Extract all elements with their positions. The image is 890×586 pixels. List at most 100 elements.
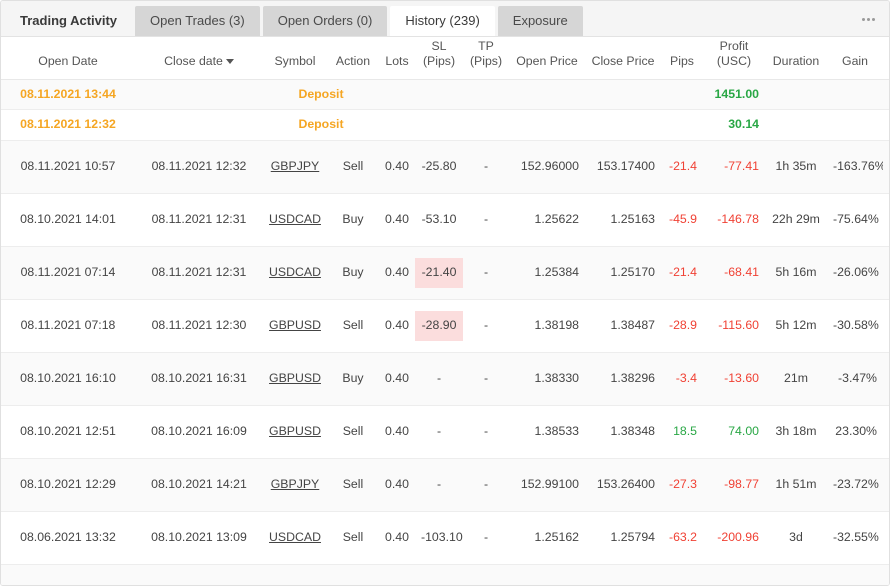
trade-row[interactable]: 08.11.2021 10:57 08.11.2021 12:32 GBPJPY Se… [1, 140, 889, 194]
trade-pips: -45.9 [661, 193, 703, 247]
trade-row[interactable]: 08.09.2021 05:2808.10.2021 12:59AUDUSDBu… [1, 564, 889, 585]
trade-take-profit-value: - [483, 158, 489, 173]
trade-symbol-value: GBPUSD [269, 370, 321, 385]
trade-symbol-value: USDCAD [269, 211, 321, 226]
tab-history[interactable]: History (239) [390, 6, 495, 36]
trade-open-price-value: 1.38198 [534, 317, 579, 332]
trade-open-price: 1.25384 [509, 246, 585, 300]
col-pips[interactable]: Pips [661, 37, 703, 80]
trade-close-date-value: 08.11.2021 12:32 [151, 158, 247, 173]
trade-open-price: 1.25162 [509, 511, 585, 565]
deposit-row[interactable]: 08.11.2021 13:44 Deposit 1451.00 [1, 79, 889, 111]
trade-stop-loss: -53.10 [415, 193, 463, 247]
tab-trading-activity[interactable]: Trading Activity [5, 6, 133, 36]
trade-stop-loss-value: -28.90 [415, 310, 463, 341]
tab-bar: Trading Activity Open Trades (3) Open Or… [1, 1, 889, 37]
trade-take-profit-value: - [483, 423, 489, 438]
trade-pips-value: -3.4 [675, 370, 697, 385]
trade-close-price-value: 1.38348 [610, 423, 655, 438]
trade-action: Buy [327, 193, 379, 247]
trade-open-price: 152.99100 [509, 458, 585, 512]
trade-duration-value: 3d [789, 529, 803, 544]
trade-pips-value: 18.5 [673, 423, 697, 438]
trade-profit-value: 74.00 [728, 423, 759, 438]
tab-open-orders[interactable]: Open Orders (0) [262, 6, 388, 36]
trade-open-date: 08.09.2021 05:28 [1, 564, 135, 585]
trade-close-date-value: 08.10.2021 13:09 [151, 529, 247, 544]
tab-exposure[interactable]: Exposure [497, 6, 583, 36]
deposit-label: Deposit [263, 109, 379, 141]
trade-action-value: Buy [342, 264, 364, 279]
trade-take-profit-value: - [483, 476, 489, 491]
trade-symbol: GBPUSD [263, 352, 327, 406]
col-gain[interactable]: Gain [827, 37, 883, 80]
col-close-price[interactable]: Close Price [585, 37, 661, 80]
trade-take-profit: - [463, 299, 509, 353]
trade-row[interactable]: 08.11.2021 07:14 08.11.2021 12:31 USDCAD Bu… [1, 246, 889, 300]
trade-gain-value: -32.55% [833, 529, 879, 544]
col-tp-pips[interactable]: TP (Pips) [463, 37, 509, 80]
trade-row[interactable]: 08.10.2021 12:29 08.10.2021 14:21 GBPJPY Se… [1, 458, 889, 512]
trade-pips-value: -45.9 [668, 211, 697, 226]
trade-duration: 1h 51m [765, 458, 827, 512]
col-lots[interactable]: Lots [379, 37, 415, 80]
more-options-icon[interactable] [855, 4, 881, 34]
trade-action: Sell [327, 299, 379, 353]
trade-profit: -146.78 [703, 193, 765, 247]
col-duration[interactable]: Duration [765, 37, 827, 80]
trade-gain-value: -30.58% [833, 317, 879, 332]
col-open-price[interactable]: Open Price [509, 37, 585, 80]
trade-profit-value: -68.41 [724, 264, 759, 279]
trade-duration: 22h 29m [765, 193, 827, 247]
trade-row[interactable]: 08.10.2021 14:01 08.11.2021 12:31 USDCAD Bu… [1, 193, 889, 247]
trade-stop-loss: -21.40 [415, 246, 463, 300]
col-action[interactable]: Action [327, 37, 379, 80]
header-row: Open Date Close date Symbol Action Lots … [1, 37, 889, 80]
trade-lots: 0.40 [379, 193, 415, 247]
trade-row[interactable]: 08.10.2021 16:10 08.10.2021 16:31 GBPUSD Bu… [1, 352, 889, 406]
trade-duration-value: 5h 12m [775, 317, 817, 332]
trade-gain: -3.47% [827, 352, 883, 406]
trade-row[interactable]: 08.10.2021 12:51 08.10.2021 16:09 GBPUSD Se… [1, 405, 889, 459]
deposit-empty-cell [661, 79, 703, 111]
trade-duration: 3d [765, 511, 827, 565]
deposit-empty-cell [765, 109, 827, 141]
trade-action-value: Buy [342, 370, 364, 385]
trade-row[interactable]: 08.11.2021 07:18 08.11.2021 12:30 GBPUSD Se… [1, 299, 889, 353]
col-info[interactable]: i [883, 37, 889, 80]
trade-take-profit: - [463, 140, 509, 194]
trade-lots: 0.40 [379, 458, 415, 512]
trade-stop-loss-value: -103.10 [421, 529, 463, 544]
trade-pips: -63.2 [661, 511, 703, 565]
trade-duration-value: 1h 51m [775, 476, 817, 491]
trade-symbol: GBPUSD [263, 405, 327, 459]
col-close-date[interactable]: Close date [135, 37, 263, 80]
trade-action: Sell [327, 405, 379, 459]
deposit-date-value: 08.11.2021 12:32 [20, 117, 116, 132]
col-sl-pips[interactable]: SL (Pips) [415, 37, 463, 80]
deposit-amount: 1451.00 [703, 79, 765, 111]
trade-open-date: 08.10.2021 12:29 [1, 458, 135, 512]
col-symbol[interactable]: Symbol [263, 37, 327, 80]
trade-pips: -21.4 [661, 140, 703, 194]
trade-take-profit-value: - [483, 317, 489, 332]
trade-lots-value: 0.40 [385, 529, 409, 544]
trade-lots-value: 0.40 [385, 317, 409, 332]
trade-lots-value: 0.40 [385, 476, 409, 491]
trade-pips: 18.5 [661, 405, 703, 459]
deposit-row[interactable]: 08.11.2021 12:32 Deposit 30.14 [1, 109, 889, 141]
trade-open-date: 08.11.2021 10:57 [1, 140, 135, 194]
trade-profit: -13.60 [703, 352, 765, 406]
tab-open-trades[interactable]: Open Trades (3) [135, 6, 260, 36]
trade-stop-loss: - [415, 352, 463, 406]
trade-close-date-value: 08.11.2021 12:31 [151, 264, 247, 279]
col-open-date[interactable]: Open Date [1, 37, 135, 80]
col-profit[interactable]: Profit (USC) [703, 37, 765, 80]
trade-lots: 0.40 [379, 511, 415, 565]
trade-open-price-value: 152.99100 [520, 476, 579, 491]
trade-close-price-value: 153.17400 [596, 158, 655, 173]
trade-row[interactable]: 08.06.2021 13:32 08.10.2021 13:09 USDCAD Se… [1, 511, 889, 565]
trade-action: Buy [327, 246, 379, 300]
trade-close-date-value: 08.10.2021 16:09 [151, 423, 247, 438]
trade-open-date-value: 08.10.2021 16:10 [20, 370, 116, 385]
